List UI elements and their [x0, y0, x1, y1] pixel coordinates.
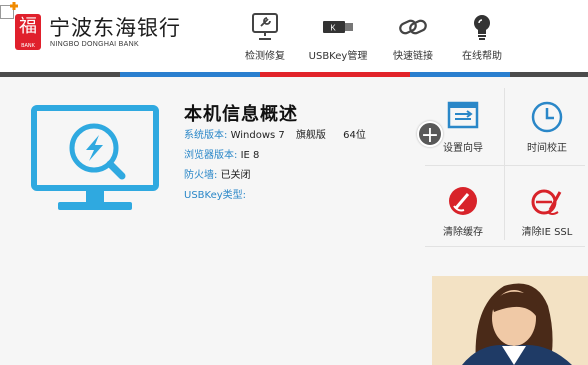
divider — [425, 165, 585, 166]
portrait-illustration — [432, 276, 588, 365]
bank-logo: 福 BANK 宁波东海银行 NINGBO DONGHAI BANK — [15, 14, 195, 54]
nav-label: USBKey管理 — [308, 51, 368, 62]
nav-detect-repair[interactable]: 检测修复 — [236, 8, 294, 66]
monitor-wrench-icon — [252, 13, 278, 40]
os-bits: 64位 — [343, 130, 366, 141]
tool-label: 时间校正 — [527, 143, 567, 154]
add-button[interactable]: + — [417, 121, 443, 148]
browser-label: 浏览器版本: — [184, 150, 238, 161]
firewall-value: 已关闭 — [220, 170, 251, 181]
firewall-row: 防火墙: 已关闭 — [184, 166, 414, 186]
tool-grid: 设置向导 时间校正 清除缓存 清除IE SSL — [421, 84, 588, 247]
nav-usbkey-manage[interactable]: K USBKey管理 — [303, 8, 373, 66]
header: 福 BANK 宁波东海银行 NINGBO DONGHAI BANK 检测修复 K… — [0, 0, 588, 78]
monitor-lightning-icon — [31, 105, 159, 210]
clear-cache-button[interactable]: 清除缓存 — [421, 168, 505, 246]
nav-online-help[interactable]: 在线帮助 — [452, 8, 512, 66]
os-value: Windows 7 — [230, 130, 285, 141]
os-edition: 旗舰版 — [295, 130, 326, 141]
link-icon — [399, 19, 427, 35]
info-title: 本机信息概述 — [184, 104, 298, 125]
divider — [425, 246, 585, 247]
nav-label: 检测修复 — [245, 51, 285, 62]
tool-label: 清除缓存 — [443, 227, 483, 238]
system-info-panel: 本机信息概述 系统版本: Windows 7 旗舰版 64位 浏览器版本: IE… — [184, 100, 414, 206]
usbkey-type-label: USBKey类型: — [184, 190, 247, 201]
os-row: 系统版本: Windows 7 旗舰版 64位 — [184, 126, 414, 146]
logo-chinese-name: 宁波东海银行 — [49, 16, 181, 40]
add-corner-icon[interactable] — [0, 0, 20, 20]
nav-label: 快速链接 — [393, 51, 433, 62]
nav-label: 在线帮助 — [462, 51, 502, 62]
lightbulb-icon — [474, 15, 490, 40]
clear-cache-icon — [449, 187, 477, 215]
time-correction-button[interactable]: 时间校正 — [505, 84, 588, 162]
clear-ssl-icon — [531, 189, 562, 215]
firewall-label: 防火墙: — [184, 170, 218, 181]
wizard-icon — [447, 101, 479, 129]
promo-photo — [432, 276, 588, 365]
logo-english-name: NINGBO DONGHAI BANK — [50, 41, 139, 48]
os-label: 系统版本: — [184, 130, 228, 141]
browser-row: 浏览器版本: IE 8 — [184, 146, 414, 166]
nav-quick-links[interactable]: 快速链接 — [383, 8, 443, 66]
svg-text:K: K — [330, 24, 336, 33]
clock-icon — [531, 101, 563, 133]
browser-value: IE 8 — [240, 150, 260, 161]
usbkey-row: USBKey类型: — [184, 186, 414, 206]
tool-label: 清除IE SSL — [521, 227, 573, 238]
clear-ie-ssl-button[interactable]: 清除IE SSL — [505, 168, 588, 246]
usbkey-icon: K — [323, 21, 353, 33]
